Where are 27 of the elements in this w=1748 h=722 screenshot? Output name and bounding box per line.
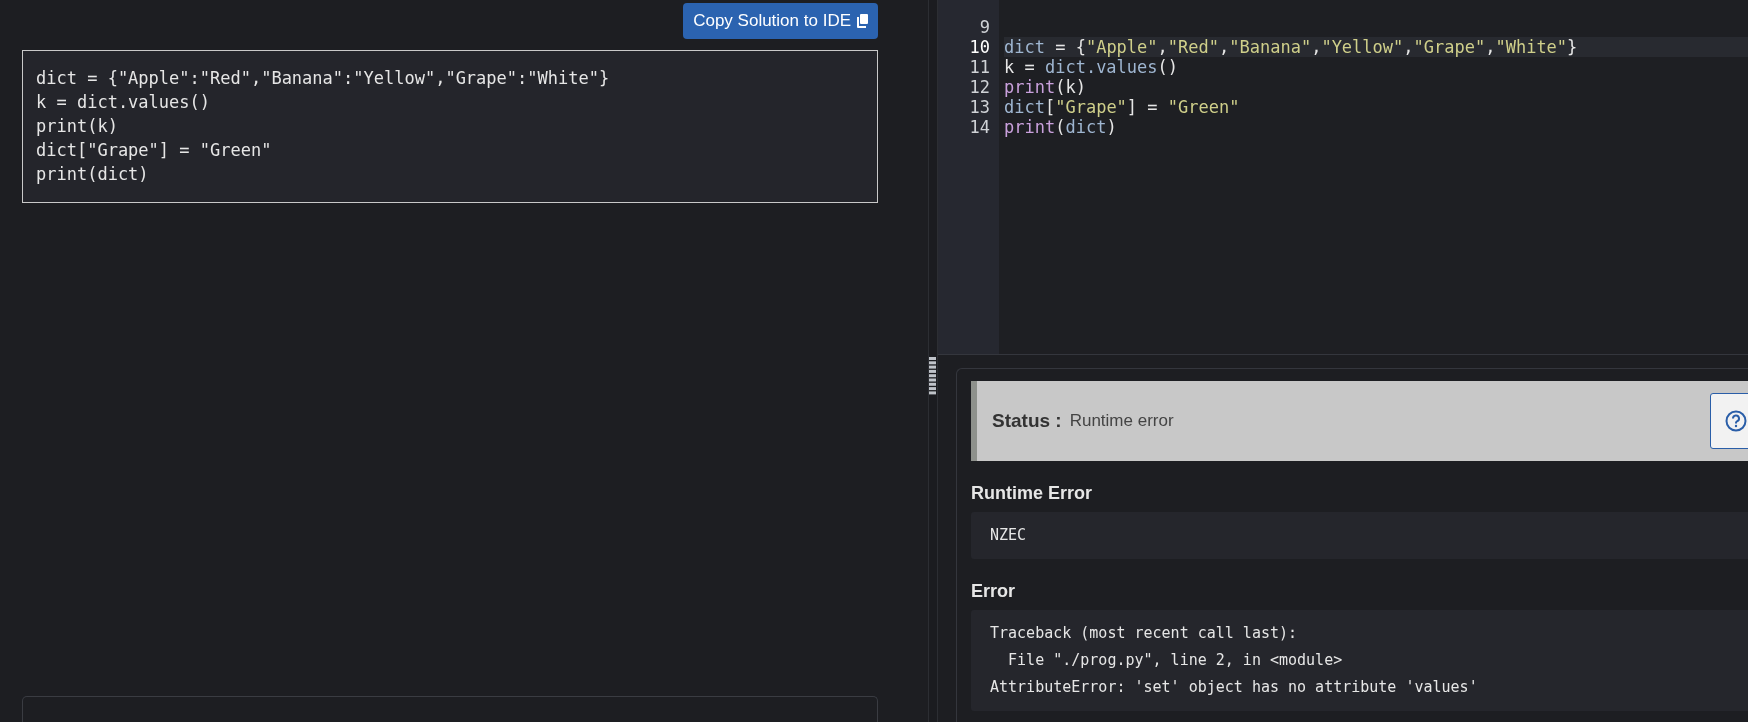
section-heading: Error [971, 581, 1016, 602]
code-line: dict["Grape"] = "Green" [36, 139, 273, 162]
line-number: 13 [968, 97, 990, 117]
output-line: File "./prog.py", line 2, in <module> [1007, 650, 1344, 671]
line-number: 11 [968, 57, 990, 77]
code-line: print(dict) [1004, 117, 1118, 137]
copy-solution-button[interactable]: Copy Solution to IDE [683, 3, 878, 39]
line-number: 14 [968, 117, 990, 137]
code-line: print(k) [36, 115, 119, 138]
output-line: Traceback (most recent call last): [990, 623, 1299, 644]
output-line: NZEC [990, 525, 1028, 546]
code-line: print(k) [1004, 77, 1087, 97]
line-number: 10 [968, 37, 990, 57]
copy-icon [857, 14, 868, 28]
line-number: 12 [968, 77, 990, 97]
line-number: 9 [978, 17, 990, 37]
code-line: dict["Grape"] = "Green" [1004, 97, 1241, 117]
output-line: AttributeError: 'set' object has no attribute 'values' [990, 677, 1479, 698]
code-line: dict = {"Apple":"Red","Banana":"Yellow","Grape":"White"} [36, 67, 611, 90]
status-value: Runtime error [1069, 411, 1174, 431]
section-heading: Runtime Error [971, 483, 1094, 504]
resize-handle-icon[interactable] [929, 357, 936, 395]
code-line: print(dict) [36, 163, 150, 186]
code-line: k = dict.values() [36, 91, 211, 114]
code-line: k = dict.values() [1004, 57, 1180, 77]
status-label: Status : [992, 410, 1062, 432]
help-icon [1725, 410, 1747, 432]
